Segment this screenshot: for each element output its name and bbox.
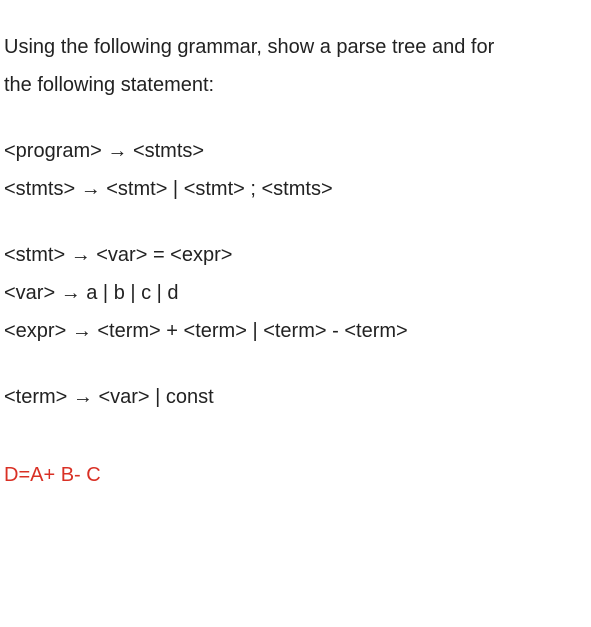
- grammar-block-1: <program> → <stmts> <stmts> → <stmt> | <…: [4, 132, 587, 208]
- grammar-block-3: <term> → <var> | const: [4, 378, 587, 416]
- grammar-rule-term: <term> → <var> | const: [4, 378, 587, 416]
- target-statement: D=A+ B- C: [4, 456, 587, 494]
- question-intro: Using the following grammar, show a pars…: [4, 28, 587, 104]
- grammar-block-2: <stmt> → <var> = <expr> <var> → a | b | …: [4, 236, 587, 350]
- intro-line-1: Using the following grammar, show a pars…: [4, 28, 587, 66]
- grammar-rule-stmt: <stmt> → <var> = <expr>: [4, 236, 587, 274]
- intro-line-2: the following statement:: [4, 66, 587, 104]
- grammar-rule-program: <program> → <stmts>: [4, 132, 587, 170]
- grammar-rule-var: <var> → a | b | c | d: [4, 274, 587, 312]
- grammar-rule-expr: <expr> → <term> + <term> | <term> - <ter…: [4, 312, 587, 350]
- grammar-rule-stmts: <stmts> → <stmt> | <stmt> ; <stmts>: [4, 170, 587, 208]
